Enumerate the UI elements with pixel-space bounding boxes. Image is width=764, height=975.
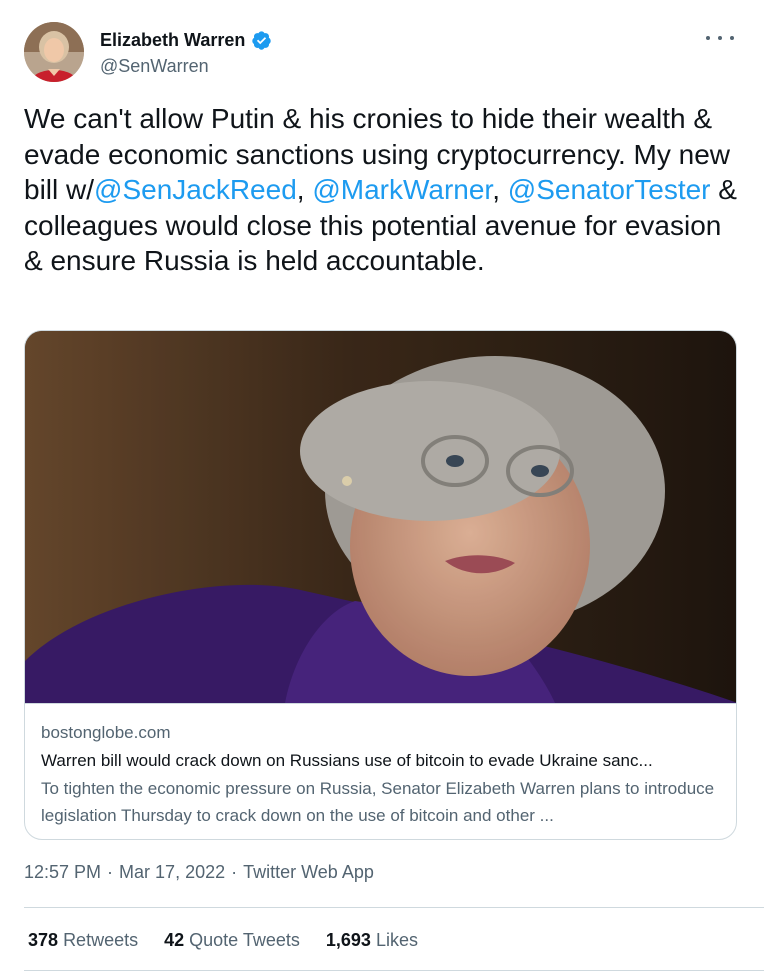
dot: [730, 36, 734, 40]
author-display-name[interactable]: Elizabeth Warren: [100, 30, 245, 51]
card-photo: [25, 331, 736, 703]
tweet-time[interactable]: 12:57 PM: [24, 862, 101, 883]
tweet-source[interactable]: Twitter Web App: [243, 862, 374, 883]
quote-tweets-count: 42: [164, 930, 185, 950]
link-card[interactable]: bostonglobe.com Warren bill would crack …: [24, 330, 737, 840]
author-handle[interactable]: @SenWarren: [100, 56, 272, 77]
retweets-label: Retweets: [63, 930, 139, 950]
card-description: To tighten the economic pressure on Russ…: [41, 779, 715, 825]
separator: ·: [231, 862, 238, 882]
tweet-text: We can't allow Putin & his cronies to hi…: [24, 101, 744, 279]
quote-tweets-stat[interactable]: 42 Quote Tweets: [164, 930, 300, 951]
tweet-text-segment: ,: [296, 174, 313, 205]
dot: [706, 36, 710, 40]
avatar-photo: [24, 22, 84, 82]
tweet-stats: 378 Retweets 42 Quote Tweets 1,693 Likes: [28, 930, 418, 951]
quote-tweets-label: Quote Tweets: [189, 930, 300, 950]
name-row: Elizabeth Warren: [100, 28, 272, 52]
tweet-meta: 12:57 PM · Mar 17, 2022 · Twitter Web Ap…: [24, 862, 374, 883]
avatar[interactable]: [24, 22, 84, 82]
mention-link[interactable]: @SenJackReed: [94, 174, 297, 205]
more-options-icon[interactable]: [706, 28, 734, 48]
separator: ·: [107, 862, 114, 882]
retweets-count: 378: [28, 930, 59, 950]
dot: [718, 36, 722, 40]
retweets-stat[interactable]: 378 Retweets: [28, 930, 138, 951]
card-image: [25, 331, 736, 703]
divider: [24, 970, 764, 971]
card-title: Warren bill would crack down on Russians…: [41, 751, 653, 770]
card-domain: bostonglobe.com: [41, 723, 171, 742]
likes-label: Likes: [375, 930, 418, 950]
likes-count: 1,693: [325, 930, 371, 950]
card-info: bostonglobe.com Warren bill would crack …: [25, 703, 736, 839]
verified-badge-icon: [251, 30, 272, 51]
author-names: Elizabeth Warren @SenWarren: [100, 28, 272, 77]
mention-link[interactable]: @SenatorTester: [508, 174, 711, 205]
tweet-text-segment: ,: [492, 174, 508, 205]
likes-stat[interactable]: 1,693 Likes: [326, 930, 418, 951]
divider: [24, 907, 764, 908]
mention-link[interactable]: @MarkWarner: [312, 174, 492, 205]
tweet: Elizabeth Warren @SenWarren We can't all…: [0, 0, 764, 975]
tweet-date[interactable]: Mar 17, 2022: [119, 862, 225, 883]
tweet-header: Elizabeth Warren @SenWarren: [24, 22, 740, 84]
